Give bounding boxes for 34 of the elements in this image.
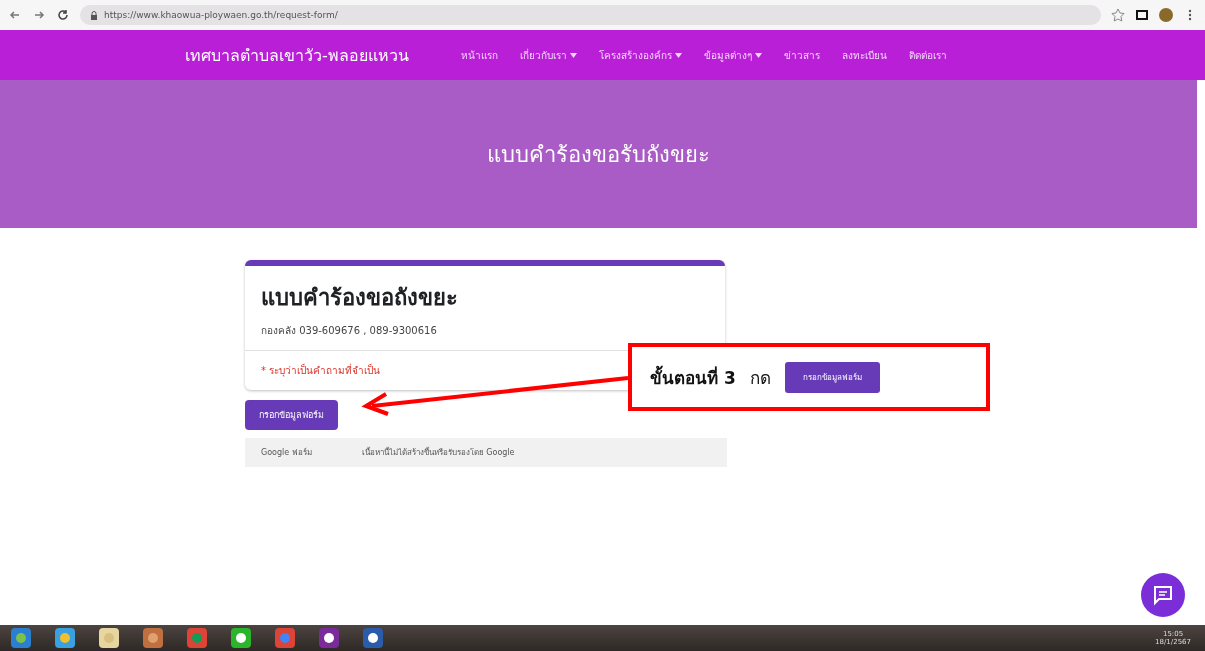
form-title: แบบคำร้องขอถังขยะ: [261, 284, 459, 312]
nav-link[interactable]: ข่าวสาร: [783, 47, 820, 63]
window-icon[interactable]: [1135, 8, 1149, 22]
taskbar-app-icon[interactable]: [362, 627, 384, 649]
fill-form-button[interactable]: กรอกข้อมูลฟอร์ม: [784, 361, 880, 393]
avatar-icon[interactable]: [1159, 8, 1173, 22]
required-note: * ระบุว่าเป็นคำถามที่จำเป็น: [261, 363, 381, 378]
taskbar-app-icon[interactable]: [230, 627, 252, 649]
nav-link[interactable]: เกี่ยวกับเรา: [519, 47, 577, 63]
reload-icon[interactable]: [56, 8, 70, 22]
hero-title: แบบคำร้องขอรับถังขยะ: [487, 140, 710, 169]
nav-link[interactable]: หน้าแรก: [460, 47, 498, 63]
chat-button[interactable]: [1141, 573, 1185, 617]
taskbar-app-icon[interactable]: [318, 627, 340, 649]
nav-link[interactable]: โครงสร้างองค์กร: [598, 47, 682, 63]
action-label: กด: [749, 366, 771, 390]
taskbar-app-icon[interactable]: [10, 627, 32, 649]
lock-icon: [90, 10, 98, 20]
nav-link[interactable]: ติดต่อเรา: [908, 47, 947, 63]
taskbar-app-icon[interactable]: [142, 627, 164, 649]
address-bar[interactable]: https://www.khaowua-ploywaen.go.th/request-form/: [80, 5, 1101, 25]
taskbar-app-icon[interactable]: [54, 627, 76, 649]
nav-link[interactable]: ข้อมูลต่างๆ: [703, 47, 762, 63]
chat-icon: [1152, 584, 1174, 606]
footer-brand: Google ฟอร์ม: [261, 447, 312, 459]
nav-link[interactable]: ลงทะเบียน: [841, 47, 887, 63]
site-title[interactable]: เทศบาลตำบลเขาวัว-พลอยแหวน: [185, 42, 409, 68]
step-label: ขั้นตอนที่ 3: [650, 364, 736, 390]
form-subtitle: กองคลัง 039-609676 , 089-9300616: [261, 324, 438, 338]
fill-form-button[interactable]: กรอกข้อมูลฟอร์ม: [245, 400, 338, 430]
taskbar-app-icon[interactable]: [98, 627, 120, 649]
url-text: https://www.khaowua-ploywaen.go.th/request-form/: [104, 10, 338, 20]
star-icon[interactable]: [1111, 8, 1125, 22]
footer-note: เนื้อหานี้ไม่ได้สร้างขึ้นหรือรับรองโดย Google: [361, 446, 515, 459]
